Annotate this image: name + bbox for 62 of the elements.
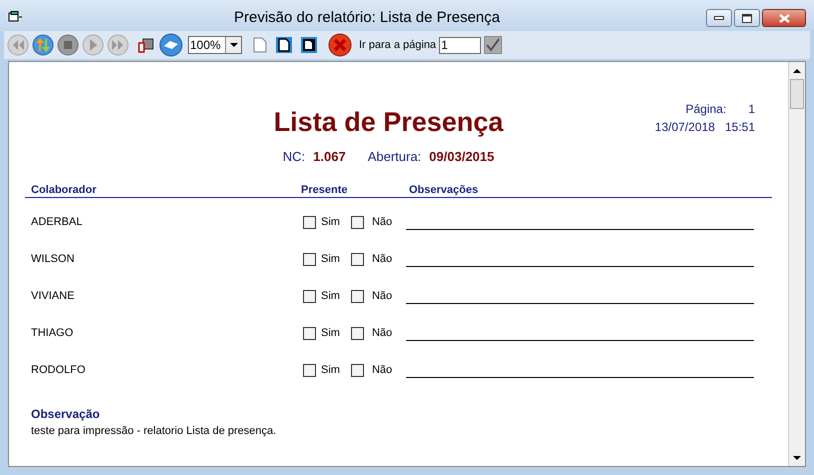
report-title: Lista de Presença [274, 106, 504, 139]
close-button[interactable] [762, 9, 806, 27]
page-number: 1 [748, 101, 755, 118]
scroll-down-icon[interactable] [793, 456, 801, 460]
checkbox[interactable] [350, 290, 364, 303]
checkbox-label: Sim [321, 363, 340, 378]
checkbox-label: Não [372, 363, 394, 378]
stop-icon[interactable] [57, 34, 79, 56]
checkbox[interactable] [303, 290, 316, 303]
column-header: Presente [301, 183, 348, 197]
note-title: Observação [31, 406, 100, 423]
checkbox-label: Não [372, 289, 394, 304]
checkbox-label: Não [372, 326, 394, 342]
minimize-button[interactable] [706, 9, 732, 27]
abertura-label: Abertura: [368, 148, 422, 166]
checkbox[interactable] [350, 253, 364, 266]
nc-value: 1.067 [313, 148, 346, 166]
nc-label: NC: [282, 148, 306, 166]
print-time: 15:51 [724, 119, 755, 136]
page-label: Página: [686, 101, 726, 118]
page-number-field[interactable]: 1 [439, 36, 482, 54]
checkbox-label: Não [372, 215, 394, 230]
maximize-button[interactable] [734, 9, 760, 27]
checkbox[interactable] [350, 327, 364, 340]
goto-page-label: Ir para a página [359, 38, 436, 53]
vertical-scrollbar[interactable] [788, 62, 805, 466]
window-icon [8, 11, 22, 22]
employee-name: VIVIANE [31, 289, 76, 304]
checkbox[interactable] [350, 216, 364, 229]
minimize-icon [714, 16, 724, 20]
page-width-icon[interactable] [276, 37, 292, 53]
checkbox-label: Sim [321, 326, 340, 342]
close-preview-icon[interactable] [328, 33, 352, 57]
maximize-icon [742, 14, 752, 22]
page-icon[interactable] [253, 37, 267, 53]
column-header: Observações [409, 183, 478, 197]
checkbox-label: Sim [321, 289, 340, 304]
checkbox-label: Sim [321, 215, 340, 230]
checkbox-label: Não [372, 252, 394, 268]
window-title: Previsão do relatório: Lista de Presença [234, 8, 500, 28]
employee-name: THIAGO [31, 326, 74, 342]
employee-name: ADERBAL [31, 215, 84, 230]
employee-name: WILSON [31, 252, 76, 268]
checkmark-icon[interactable] [484, 36, 502, 54]
checkbox[interactable] [303, 364, 316, 377]
abertura-value: 09/03/2015 [429, 148, 494, 166]
close-icon [778, 14, 790, 22]
column-header: Colaborador [30, 183, 98, 197]
note-text: teste para impressão - relatorio Lista de presença. [31, 424, 276, 439]
checkbox[interactable] [350, 364, 364, 377]
employee-name: RODOLFO [31, 363, 86, 378]
zoom-dropdown[interactable]: 100% [188, 36, 242, 54]
dropdown-arrow-icon [230, 43, 238, 47]
checkbox[interactable] [303, 253, 316, 266]
checkbox[interactable] [303, 327, 316, 340]
checkbox-label: Sim [321, 252, 340, 268]
scroll-up-icon[interactable] [793, 68, 801, 72]
sort-arrows-icon[interactable] [32, 34, 54, 56]
print-date: 13/07/2018 [654, 119, 715, 136]
checkbox[interactable] [303, 216, 316, 229]
scroll-thumb[interactable] [790, 79, 804, 109]
full-page-icon[interactable] [301, 37, 317, 53]
